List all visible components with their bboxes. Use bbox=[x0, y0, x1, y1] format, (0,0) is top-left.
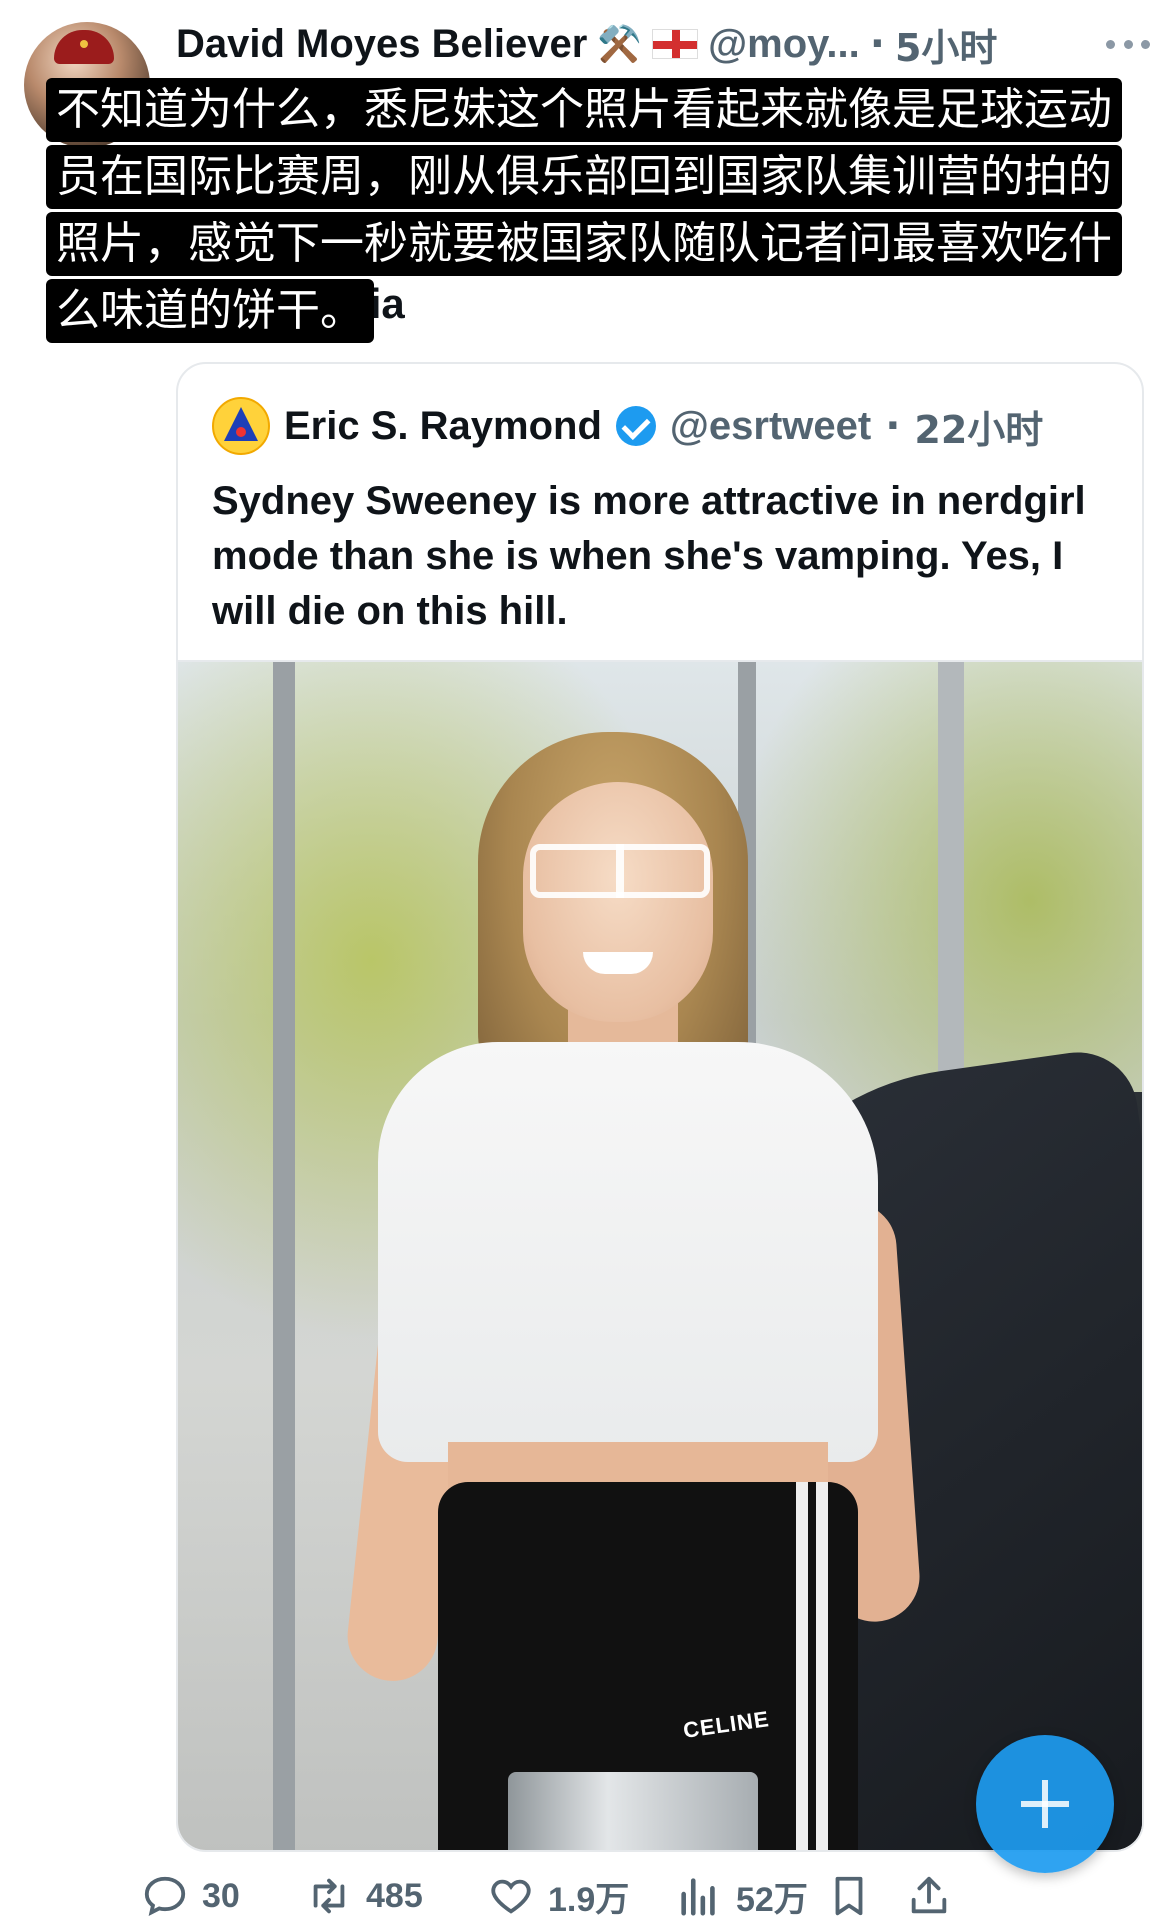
reply-icon bbox=[144, 1876, 186, 1917]
retweet-button[interactable]: 485 bbox=[306, 1866, 423, 1926]
quoted-tweet-card[interactable]: Eric S. Raymond @esrtweet · 22小时 Sydney … bbox=[176, 362, 1144, 1852]
share-button[interactable] bbox=[906, 1866, 952, 1926]
glasses bbox=[530, 844, 710, 898]
like-count: 1.9万 bbox=[548, 1880, 630, 1919]
hammers-emoji: ⚒️ bbox=[597, 24, 643, 65]
quoted-author-display-name[interactable]: Eric S. Raymond bbox=[284, 404, 602, 449]
quoted-author-avatar[interactable] bbox=[212, 397, 270, 455]
caption-line: 么味道的饼干。 bbox=[46, 279, 374, 343]
england-flag-icon bbox=[652, 29, 699, 59]
quoted-tweet-text: Sydney Sweeney is more attractive in ner… bbox=[212, 479, 1086, 633]
face bbox=[523, 782, 713, 1022]
author-display-name[interactable]: David Moyes Believer bbox=[176, 22, 587, 67]
quoted-tweet-photo[interactable]: CELINE bbox=[178, 660, 1142, 1850]
views-button[interactable]: 52万 bbox=[676, 1866, 808, 1926]
tweet-time[interactable]: 5小时 bbox=[895, 17, 997, 72]
separator-dot: · bbox=[885, 403, 901, 449]
white-shirt bbox=[378, 1042, 878, 1462]
smile bbox=[583, 952, 653, 974]
plus-icon bbox=[1021, 1780, 1069, 1828]
tweet-header: David Moyes Believer ⚒️ @moy... · 5小时 bbox=[176, 14, 1146, 74]
more-icon[interactable] bbox=[1106, 26, 1150, 62]
caption-line: 照片，感觉下一秒就要被国家队随队记者问最喜欢吃什 bbox=[46, 212, 1122, 276]
views-icon bbox=[681, 1878, 715, 1916]
caption-line: 不知道为什么，悉尼妹这个照片看起来就像是足球运动 bbox=[46, 78, 1122, 142]
like-icon bbox=[491, 1879, 531, 1914]
caption-overlay: 不知道为什么，悉尼妹这个照片看起来就像是足球运动 员在国际比赛周，刚从俱乐部回到… bbox=[46, 78, 1158, 346]
reply-button[interactable]: 30 bbox=[142, 1866, 240, 1926]
bookmark-icon bbox=[835, 1876, 863, 1916]
share-icon bbox=[911, 1876, 947, 1914]
tweet-page: David Moyes Believer ⚒️ @moy... · 5小时 oc… bbox=[0, 0, 1170, 1929]
action-bar: 30 485 1.9万 52万 bbox=[144, 1866, 1156, 1926]
reply-count: 30 bbox=[202, 1876, 240, 1915]
caption-line: 员在国际比赛周，刚从俱乐部回到国家队集训营的拍的 bbox=[46, 145, 1122, 209]
like-button[interactable]: 1.9万 bbox=[488, 1866, 629, 1926]
retweet-icon bbox=[313, 1878, 345, 1914]
metal-bollard bbox=[508, 1772, 758, 1850]
quoted-tweet-header: Eric S. Raymond @esrtweet · 22小时 bbox=[212, 396, 1043, 456]
bookmark-button[interactable] bbox=[826, 1866, 872, 1926]
verified-icon bbox=[615, 406, 656, 446]
view-count: 52万 bbox=[736, 1880, 808, 1919]
quoted-tweet-time[interactable]: 22小时 bbox=[914, 399, 1043, 454]
compose-button[interactable] bbox=[976, 1735, 1114, 1873]
quoted-author-handle[interactable]: @esrtweet bbox=[670, 404, 871, 449]
retweet-count: 485 bbox=[366, 1876, 423, 1915]
author-handle[interactable]: @moy... bbox=[708, 22, 860, 67]
separator-dot: · bbox=[869, 21, 885, 67]
